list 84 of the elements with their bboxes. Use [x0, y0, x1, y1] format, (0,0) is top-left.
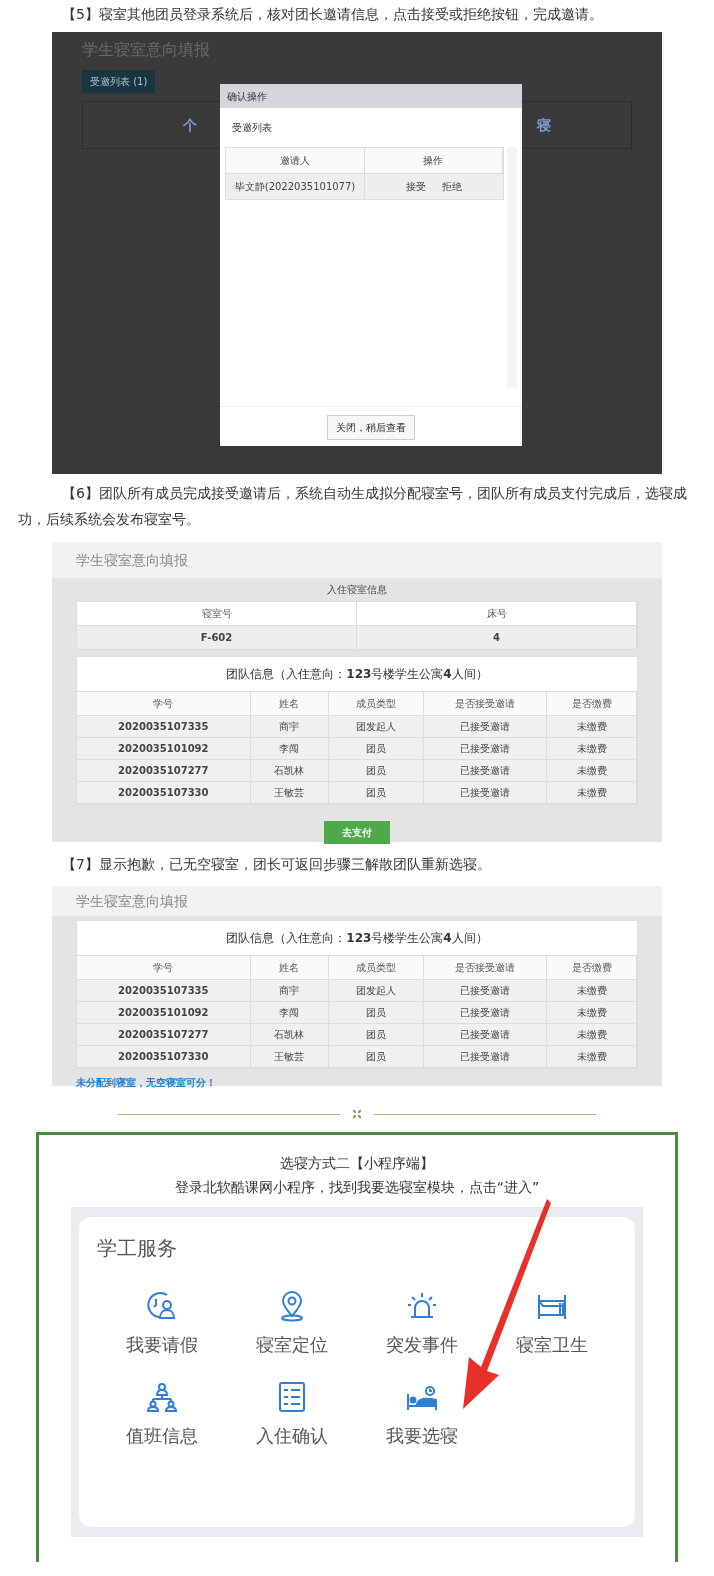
column-header: 是否缴费	[547, 956, 637, 979]
accept-link[interactable]: 接受	[406, 179, 426, 194]
table-cell: 李闯	[250, 1002, 329, 1023]
column-header: 姓名	[250, 692, 329, 715]
table-cell: 未缴费	[547, 760, 637, 781]
step-caption: 【6】团队所有成员完成接受邀请后，系统自动生成拟分配寝室号，团队所有成员支付完成后，选寝成功，后续系统会发布寝室号。	[17, 484, 688, 529]
table-cell: 团员	[329, 1002, 425, 1023]
table-cell: 已接受邀请	[424, 760, 548, 781]
table-cell: 已接受邀请	[424, 1046, 548, 1067]
column-header: 姓名	[250, 956, 329, 979]
column-header: 床号	[357, 602, 637, 625]
table-cell: 王敏芸	[250, 782, 329, 803]
section-heading: 个	[183, 115, 197, 135]
table-cell: 2020035107335	[77, 716, 251, 737]
table-cell: 团员	[329, 760, 425, 781]
table-cell: 未缴费	[547, 980, 637, 1001]
table-cell: 团员	[329, 1024, 425, 1045]
table-cell: 已接受邀请	[424, 782, 548, 803]
service-item[interactable]: 入住确认	[227, 1380, 357, 1449]
table-cell: 已接受邀请	[424, 1002, 548, 1023]
method-instruction: 登录北软酷课网小程序，找到我要选寝室模块，点击“进入”	[173, 1178, 541, 1197]
table-cell: 未缴费	[547, 1024, 637, 1045]
table-cell: 已接受邀请	[424, 716, 548, 737]
section-title: 学工服务	[97, 1235, 178, 1262]
org-chart-icon	[145, 1380, 179, 1414]
service-item[interactable]: 寝室卫生	[487, 1289, 617, 1358]
table-cell: F-602	[77, 626, 357, 649]
notice-text: 未分配到寝室，无空寝室可分！	[76, 1076, 217, 1090]
table-cell: 团员	[329, 782, 425, 803]
service-item[interactable]: 寝室定位	[227, 1289, 357, 1358]
service-item[interactable]: 突发事件	[357, 1289, 487, 1358]
step-caption: 【7】显示抱歉，已无空寝室，团长可返回步骤三解散团队重新选寝。	[61, 855, 492, 874]
table-cell: 2020035101092	[77, 738, 251, 759]
table-cell: 未缴费	[547, 1002, 637, 1023]
table-cell: 未缴费	[547, 716, 637, 737]
method-title: 选寝方式二【小程序端】	[279, 1154, 435, 1173]
page-title: 学生寝室意向填报	[52, 886, 662, 916]
room-heading: 入住寝室信息	[326, 583, 388, 597]
table-cell: 未缴费	[547, 1046, 637, 1067]
table-cell: 2020035107330	[77, 1046, 251, 1067]
table-cell: 已接受邀请	[424, 1024, 548, 1045]
step-caption: 【5】寝室其他团员登录系统后，核对团长邀请信息，点击接受或拒绝按钮，完成邀请。	[61, 5, 604, 24]
table-cell: 2020035101092	[77, 1002, 251, 1023]
column-header: 学号	[77, 692, 251, 715]
table-cell: 2020035107277	[77, 1024, 251, 1045]
clover-icon	[352, 1109, 362, 1119]
column-header: 是否接受邀请	[424, 956, 548, 979]
invite-list-button[interactable]: 受邀列表 (1)	[82, 70, 156, 93]
table-cell: 已接受邀请	[424, 738, 548, 759]
service-item[interactable]: 我要请假	[97, 1289, 227, 1358]
table-cell: 团员	[329, 738, 425, 759]
close-button[interactable]: 关闭，稍后查看	[327, 415, 415, 440]
table-cell: 未缴费	[547, 782, 637, 803]
table-cell: 团发起人	[329, 716, 425, 737]
table-cell: 团员	[329, 1046, 425, 1067]
table-cell: 石凯林	[250, 760, 329, 781]
table-cell: 未缴费	[547, 738, 637, 759]
column-header: 邀请人	[226, 148, 365, 173]
table-cell: 4	[357, 626, 637, 649]
column-header: 寝室号	[77, 602, 357, 625]
column-header: 是否缴费	[547, 692, 637, 715]
column-header: 成员类型	[329, 956, 425, 979]
table-cell: 团发起人	[329, 980, 425, 1001]
column-header: 学号	[77, 956, 251, 979]
table-cell: 毕文静(2022035101077)	[226, 174, 365, 199]
table-cell: 2020035107335	[77, 980, 251, 1001]
section-heading: 寝	[537, 115, 551, 135]
table-cell: 2020035107277	[77, 760, 251, 781]
reject-link[interactable]: 拒绝	[442, 179, 462, 194]
column-header: 操作	[364, 148, 503, 173]
table-cell: 王敏芸	[250, 1046, 329, 1067]
table-cell: 石凯林	[250, 1024, 329, 1045]
table-cell: 李闯	[250, 738, 329, 759]
table-cell: 2020035107330	[77, 782, 251, 803]
table-cell: 商宇	[250, 716, 329, 737]
dialog-title: 确认操作	[220, 84, 522, 108]
table-cell: 已接受邀请	[424, 980, 548, 1001]
page-title: 学生寝室意向填报	[52, 542, 662, 578]
dialog-heading: 受邀列表	[231, 121, 273, 135]
table-cell: 商宇	[250, 980, 329, 1001]
column-header: 是否接受邀请	[424, 692, 548, 715]
service-item[interactable]: 值班信息	[97, 1380, 227, 1449]
service-item[interactable]: 我要选寝	[357, 1380, 487, 1449]
column-header: 成员类型	[329, 692, 425, 715]
